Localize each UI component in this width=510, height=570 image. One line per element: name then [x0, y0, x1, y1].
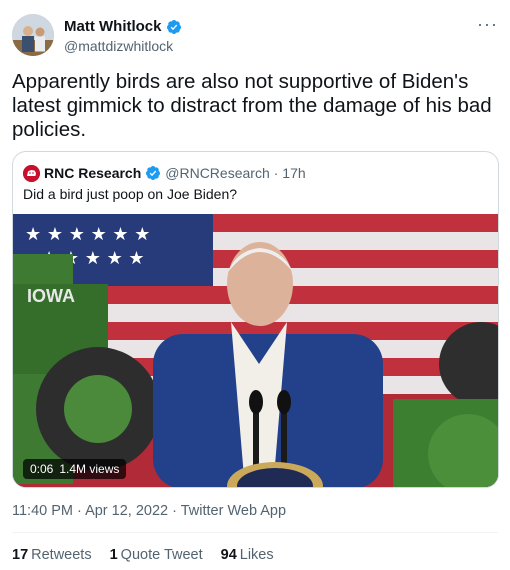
more-horizontal-icon[interactable]: ··· [477, 15, 498, 33]
quoted-tweet-header: RNC Research @RNCResearch · 17h [23, 164, 306, 182]
video-player[interactable]: ★ ★ ★ ★ ★ ★ ★ ★ ★ ★ ★ IOWA 0:06 1.4M vie… [13, 214, 498, 487]
likes-count: 94 [220, 547, 237, 563]
video-duration: 0:06 [30, 462, 54, 476]
avatar[interactable] [12, 14, 54, 56]
likes-stat[interactable]: 94 Likes [221, 547, 274, 563]
tweet-stats: 17 Retweets 1 Quote Tweet 94 Likes [12, 547, 274, 563]
author-handle[interactable]: @mattdizwhitlock [64, 38, 173, 54]
video-stats-badge: 0:06 1.4M views [23, 459, 127, 479]
tweet-header: Matt Whitlock @mattdizwhitlock ··· [12, 14, 498, 58]
retweets-label: Retweets [31, 547, 92, 563]
tweet-text: Apparently birds are also not supportive… [12, 70, 492, 141]
video-views: 1.4M views [59, 462, 120, 476]
tweet-timestamp[interactable]: 11:40 PM · Apr 12, 2022 · Twitter Web Ap… [12, 503, 286, 519]
retweets-count: 17 [12, 547, 29, 563]
quoted-timestamp[interactable]: · 17h [274, 165, 306, 181]
verified-badge-icon [146, 166, 161, 180]
likes-label: Likes [239, 547, 274, 563]
quoted-tweet[interactable]: RNC Research @RNCResearch · 17h Did a bi… [12, 151, 499, 488]
quoted-tweet-text: Did a bird just poop on Joe Biden? [23, 186, 238, 202]
svg-text:★ ★ ★ ★ ★ ★: ★ ★ ★ ★ ★ ★ [25, 224, 150, 245]
author-name[interactable]: Matt Whitlock [64, 18, 182, 35]
video-frame: ★ ★ ★ ★ ★ ★ ★ ★ ★ ★ ★ IOWA [13, 214, 498, 487]
verified-badge-icon [166, 19, 181, 34]
divider [12, 532, 498, 533]
rnc-avatar[interactable] [23, 164, 40, 182]
quoted-author-name[interactable]: RNC Research [44, 165, 141, 181]
tractor-label: IOWA [27, 286, 75, 306]
quote-count: 1 [109, 547, 118, 563]
quote-tweets-stat[interactable]: 1 Quote Tweet [110, 547, 203, 563]
quote-label: Quote Tweet [120, 547, 203, 563]
quoted-author-handle[interactable]: @RNCResearch [165, 165, 269, 181]
retweets-stat[interactable]: 17 Retweets [12, 547, 92, 563]
author-name-text[interactable]: Matt Whitlock [64, 18, 162, 35]
